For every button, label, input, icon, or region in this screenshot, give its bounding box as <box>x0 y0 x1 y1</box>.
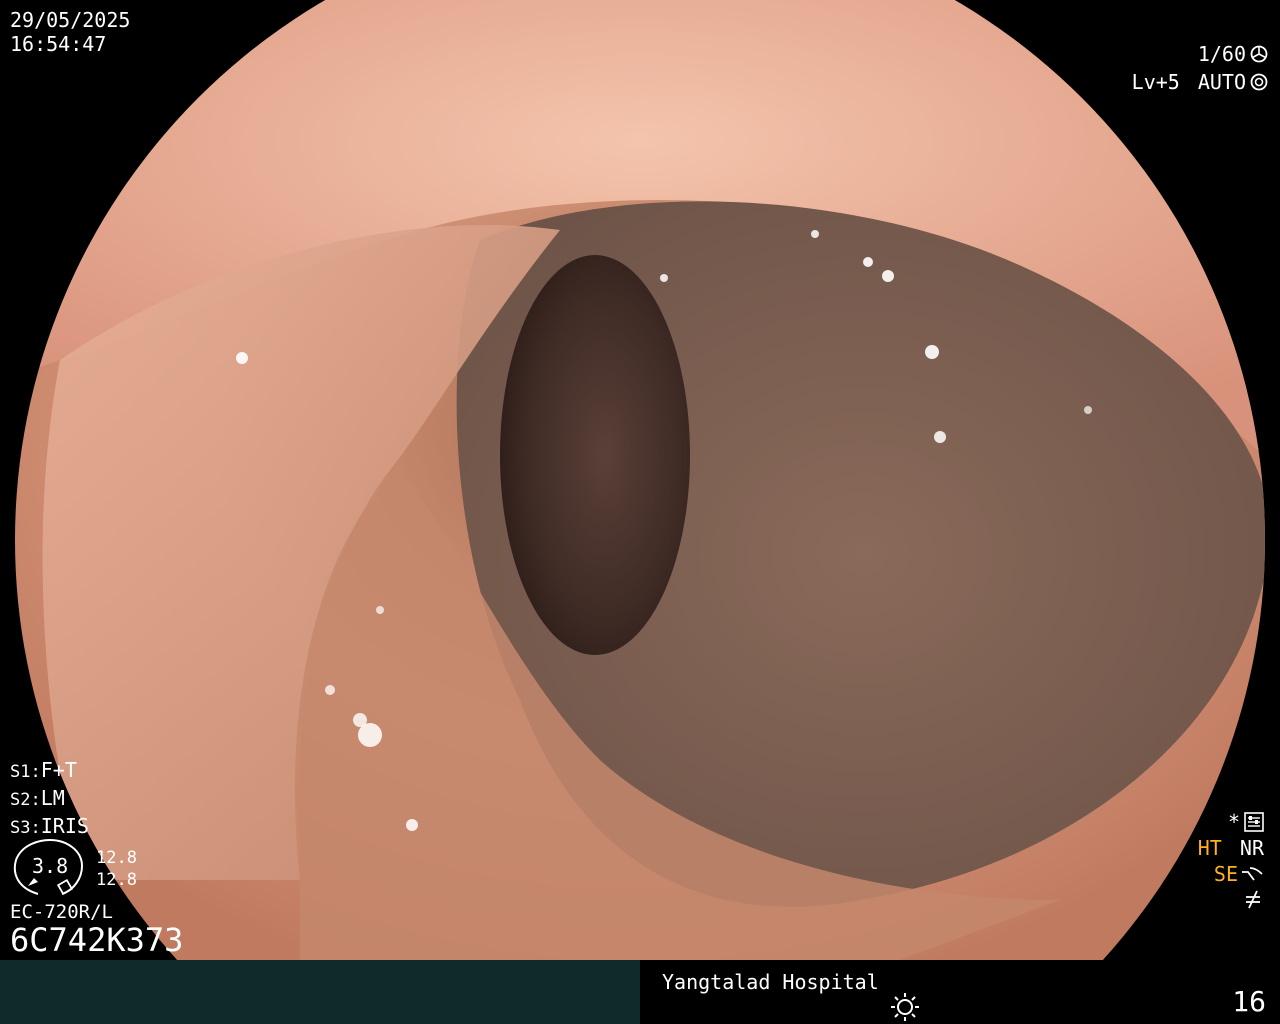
ht-indicator: HT <box>1197 836 1222 860</box>
s3-key: S3 <box>10 818 31 838</box>
s3-value: IRIS <box>40 814 89 838</box>
light-sun-icon <box>891 993 919 1021</box>
exposure-info: 1/60 Lv+5 AUTO <box>1132 42 1268 94</box>
s1-value: F+T <box>40 758 77 782</box>
color-filter-icon <box>1246 890 1260 909</box>
frame-number: 16 <box>1232 985 1266 1018</box>
zoom-value: 3.8 <box>32 854 69 878</box>
s2-key: S2 <box>10 790 31 810</box>
star-indicator: * <box>1227 810 1240 834</box>
scope-serial: 6C742K373 <box>10 921 184 959</box>
nr-indicator: NR <box>1239 836 1264 860</box>
colon-lumen-image <box>0 0 1280 960</box>
zoom-scale: 12.8 12.8 <box>96 848 137 890</box>
s1-key: S1 <box>10 762 31 782</box>
se-indicator: SE <box>1213 862 1238 886</box>
footer-right-panel: Yangtalad Hospital 16 <box>640 960 1280 1024</box>
status-indicators: * HT NR SE <box>1198 810 1264 910</box>
auto-iris-icon <box>1250 73 1268 91</box>
hospital-name: Yangtalad Hospital <box>662 970 879 994</box>
brightness-level-text: Lv+5 <box>1131 70 1180 94</box>
s2-value: LM <box>40 786 65 810</box>
footer-bar: Yangtalad Hospital 16 <box>0 960 1280 1024</box>
shutter-icon <box>1250 45 1268 63</box>
shutter-speed-text: 1/60 <box>1197 42 1246 66</box>
mucosa-circle <box>15 0 1265 960</box>
scope-settings: S1:F+T S2:LM S3:IRIS <box>10 758 89 838</box>
iris-mode-text: AUTO <box>1197 70 1246 94</box>
settings-panel-icon <box>1244 812 1264 832</box>
time-text: 16:54:47 <box>10 32 107 56</box>
endoscope-view <box>0 0 1280 960</box>
enhance-curve-icon <box>1242 867 1263 881</box>
date-time: 29/05/2025 16:54:47 <box>10 8 130 56</box>
zoom-gauge: 3.8 <box>10 838 90 898</box>
zoom-upper-value: 12.8 <box>96 848 137 868</box>
footer-left-panel <box>0 960 640 1024</box>
zoom-lower-value: 12.8 <box>96 870 137 890</box>
date-text: 29/05/2025 <box>10 8 131 32</box>
